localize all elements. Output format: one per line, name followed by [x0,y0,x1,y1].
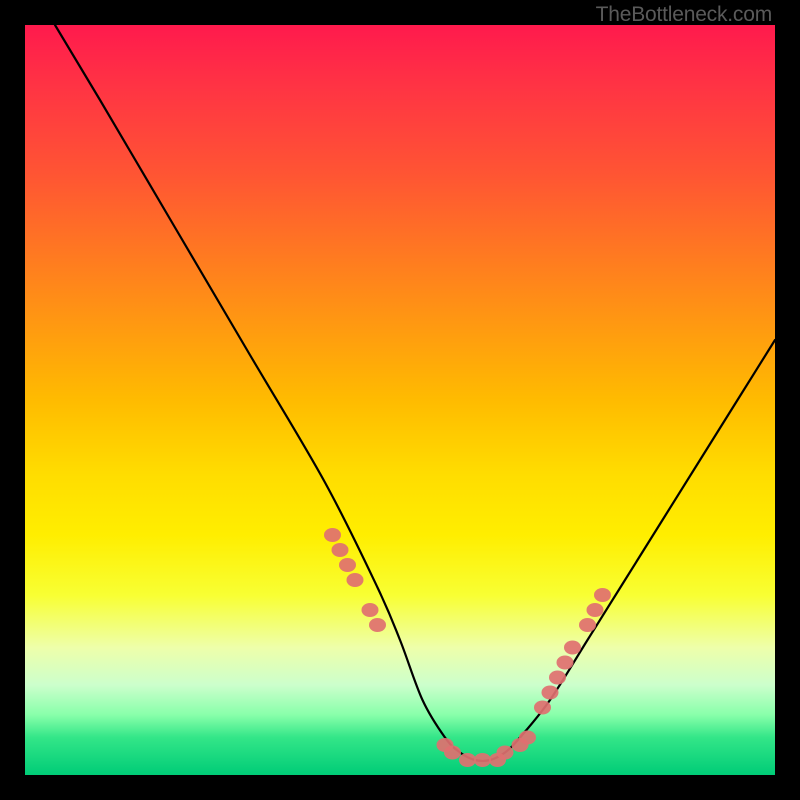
watermark-text: TheBottleneck.com [596,3,772,27]
data-marker [459,753,476,767]
curve-svg [25,25,775,775]
data-marker [497,746,514,760]
data-marker [519,731,536,745]
data-marker [587,603,604,617]
plot-area [25,25,775,775]
bottleneck-curve [55,25,775,761]
data-marker [369,618,386,632]
data-marker [557,656,574,670]
chart-container: TheBottleneck.com [0,0,800,800]
data-marker [444,746,461,760]
data-marker [332,543,349,557]
data-marker [549,671,566,685]
data-marker [362,603,379,617]
data-marker [347,573,364,587]
data-marker [564,641,581,655]
data-marker [542,686,559,700]
data-marker [534,701,551,715]
data-marker [474,753,491,767]
data-marker [324,528,341,542]
data-marker [594,588,611,602]
data-marker [579,618,596,632]
data-marker [339,558,356,572]
